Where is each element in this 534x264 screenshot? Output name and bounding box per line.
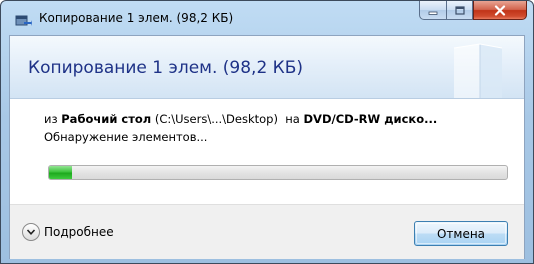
dialog-footer: Подробнее Отмена <box>10 204 524 259</box>
progress-bar <box>48 165 508 180</box>
transfer-description: из Рабочий стол (C:\Users\...\Desktop) н… <box>44 112 516 126</box>
dialog-header: Копирование 1 элем. (98,2 КБ) <box>10 36 524 99</box>
to-prefix: на <box>285 112 300 126</box>
status-text: Обнаружение элементов... <box>44 130 208 144</box>
folder-graphic-icon <box>440 40 524 98</box>
dialog-content: Копирование 1 элем. (98,2 КБ) из Рабочий… <box>9 35 525 259</box>
copy-icon <box>15 13 32 26</box>
header-title: Копирование 1 элем. (98,2 КБ) <box>28 58 304 78</box>
from-prefix: из <box>44 112 58 126</box>
title-bar[interactable]: Копирование 1 элем. (98,2 КБ) <box>1 1 533 35</box>
source-path: (C:\Users\...\Desktop) <box>154 112 278 126</box>
details-toggle[interactable]: Подробнее <box>22 221 114 243</box>
destination-name: DVD/CD-RW диско... <box>303 112 438 126</box>
minimize-icon <box>427 1 439 20</box>
maximize-button[interactable] <box>446 1 473 20</box>
cancel-button[interactable]: Отмена <box>414 221 508 246</box>
close-icon <box>493 1 507 20</box>
source-name: Рабочий стол <box>61 112 152 126</box>
chevron-down-icon <box>22 223 40 241</box>
details-label: Подробнее <box>44 225 114 239</box>
maximize-icon <box>454 1 466 20</box>
copy-dialog-window: Копирование 1 элем. (98,2 КБ) Копировани… <box>0 0 534 264</box>
progress-fill <box>49 166 72 179</box>
minimize-button[interactable] <box>419 1 447 20</box>
close-button[interactable] <box>473 1 527 20</box>
window-title: Копирование 1 элем. (98,2 КБ) <box>39 11 234 25</box>
